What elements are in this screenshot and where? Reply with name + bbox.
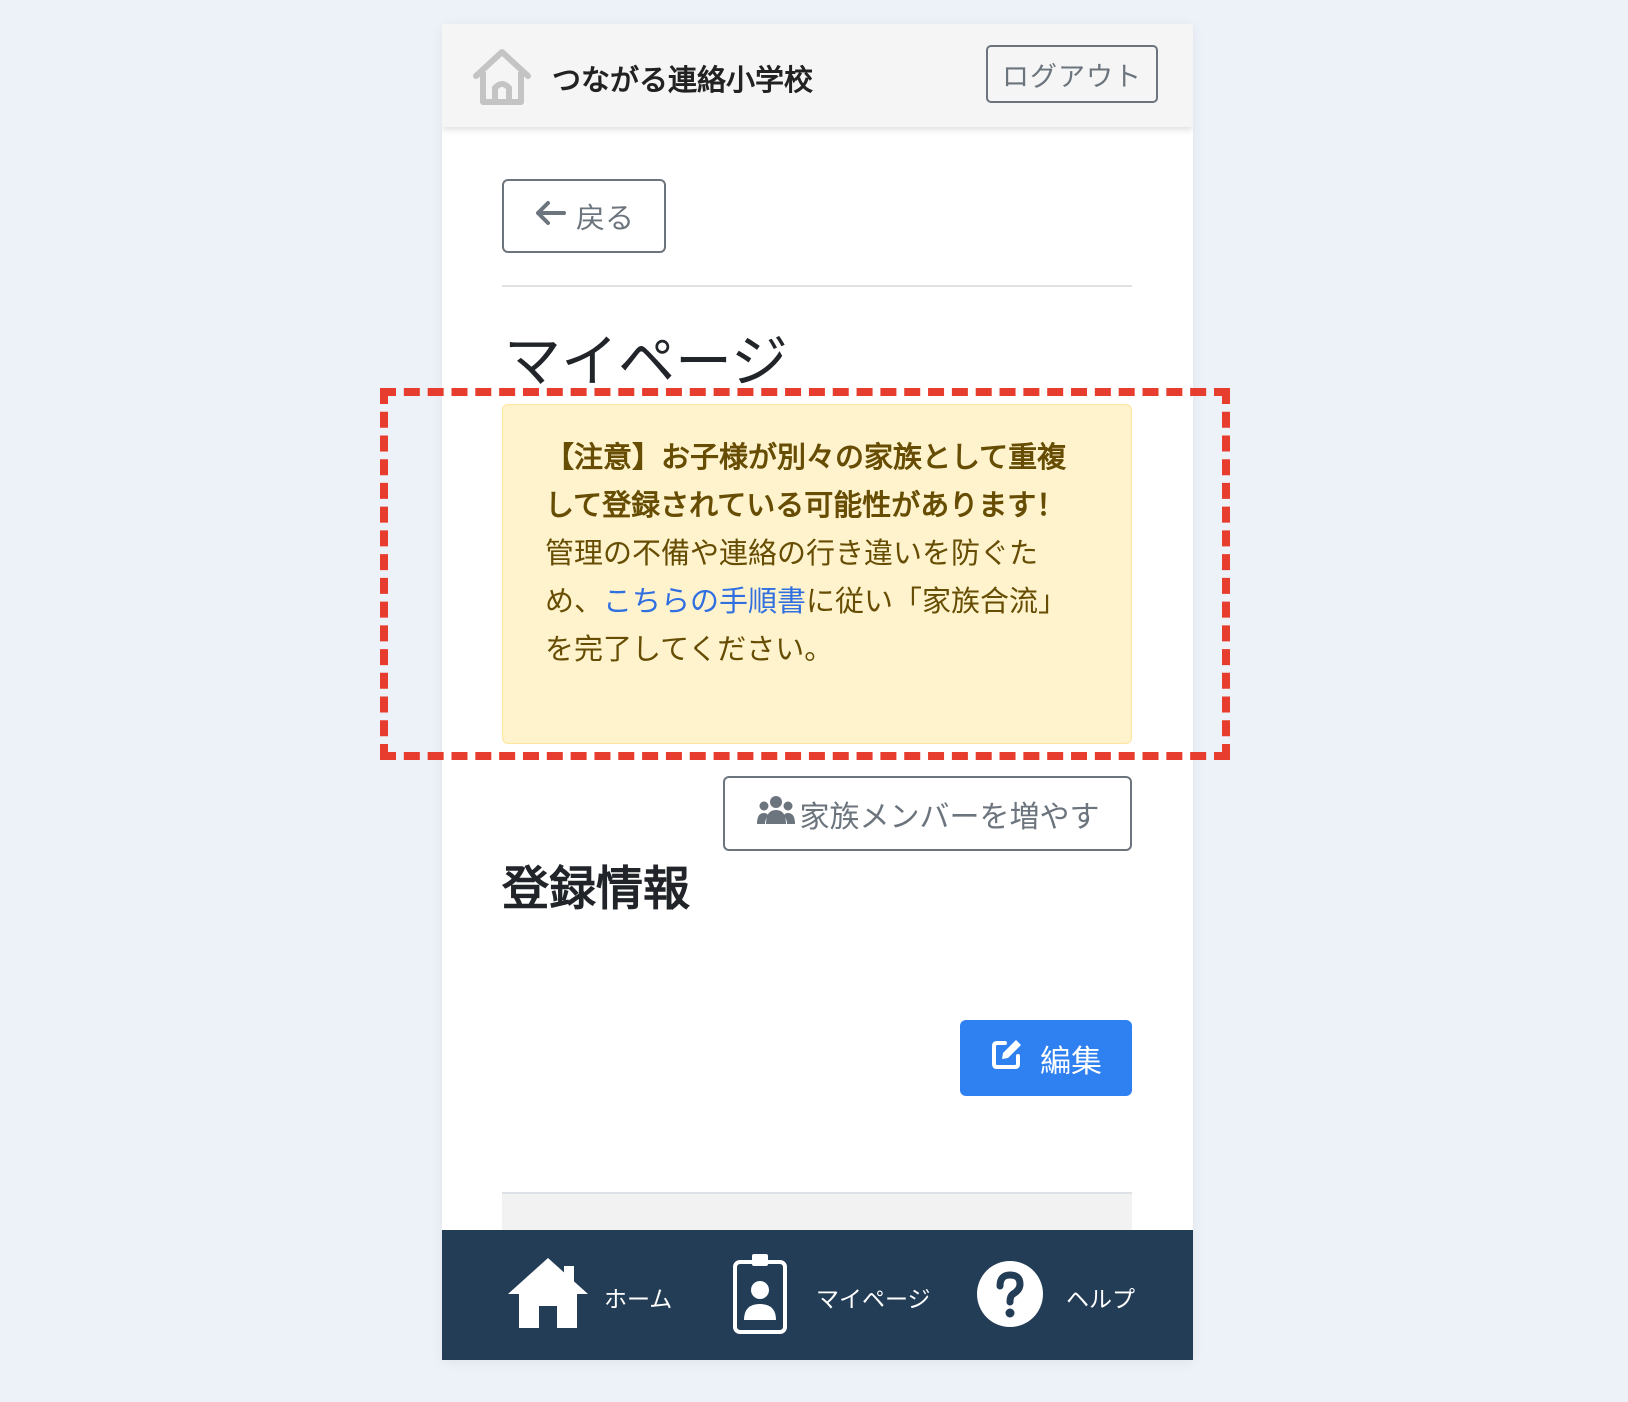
bottom-navigation: ホーム マイページ ヘルプ — [442, 1230, 1193, 1360]
back-button[interactable]: 戻る — [502, 179, 666, 253]
logout-button[interactable]: ログアウト — [986, 45, 1158, 103]
nav-item-mypage[interactable]: マイページ — [732, 1230, 942, 1360]
nav-item-home[interactable]: ホーム — [506, 1230, 676, 1360]
nav-label-help: ヘルプ — [1066, 1287, 1135, 1313]
add-family-member-button[interactable]: 家族メンバーを増やす — [723, 776, 1132, 851]
nav-item-help[interactable]: ヘルプ — [976, 1230, 1136, 1360]
app-header: つながる連絡小学校 ログアウト — [442, 24, 1193, 127]
add-family-member-label: 家族メンバーを増やす — [799, 799, 1100, 835]
back-label: 戻る — [575, 201, 634, 235]
arrow-left-icon — [534, 199, 566, 233]
home-outline-icon[interactable] — [470, 46, 534, 108]
nav-label-home: ホーム — [604, 1287, 673, 1313]
home-icon — [506, 1256, 590, 1334]
id-badge-icon — [732, 1254, 788, 1338]
highlight-dashed-frame — [380, 388, 1230, 760]
page-title: マイページ — [504, 329, 788, 395]
users-icon — [756, 794, 796, 834]
school-name: つながる連絡小学校 — [552, 63, 814, 97]
pen-to-square-icon — [990, 1037, 1024, 1079]
registration-info-title: 登録情報 — [502, 862, 690, 917]
nav-label-mypage: マイページ — [816, 1287, 931, 1313]
edit-label: 編集 — [1040, 1043, 1102, 1080]
divider — [502, 285, 1132, 287]
question-circle-icon — [976, 1260, 1044, 1332]
edit-button[interactable]: 編集 — [960, 1020, 1132, 1096]
